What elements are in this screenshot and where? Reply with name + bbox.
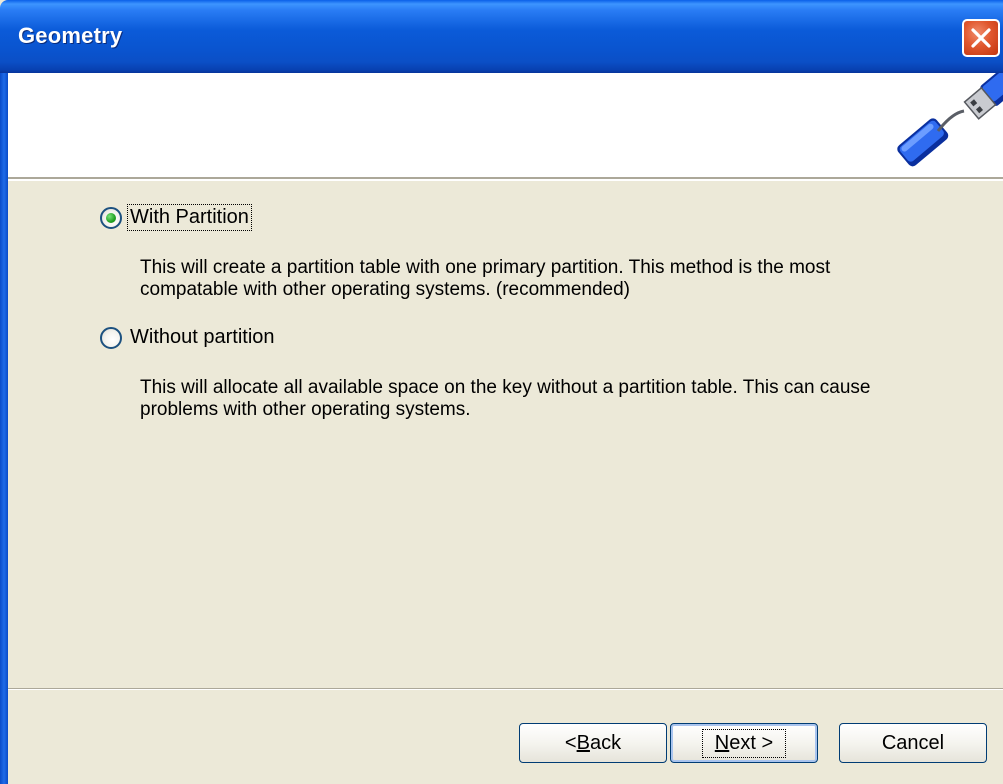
cancel-button-label: Cancel xyxy=(881,731,945,754)
close-icon xyxy=(971,28,991,48)
window-left-border xyxy=(0,73,8,784)
back-button-mnemonic: B xyxy=(576,731,590,754)
without-partition-option[interactable]: Without partition xyxy=(100,325,277,350)
without-partition-radio[interactable] xyxy=(100,326,122,349)
wizard-content: With Partition This will create a partit… xyxy=(8,181,1003,688)
next-button[interactable]: Next > xyxy=(670,723,818,763)
close-button[interactable] xyxy=(962,19,1000,57)
footer-separator xyxy=(8,688,1003,690)
with-partition-radio[interactable] xyxy=(100,206,122,229)
back-button-prefix: < xyxy=(564,731,577,754)
next-button-suffix: > xyxy=(755,731,774,754)
without-partition-description: This will allocate all available space o… xyxy=(140,377,871,420)
next-button-label: ext xyxy=(729,731,756,754)
next-button-focus: Next > xyxy=(701,728,787,758)
window-title: Geometry xyxy=(18,23,123,48)
next-button-mnemonic: N xyxy=(714,731,730,754)
without-partition-label[interactable]: Without partition xyxy=(128,325,277,350)
back-button-label: ack xyxy=(589,731,622,754)
wizard-header xyxy=(8,73,1003,181)
back-button[interactable]: < Back xyxy=(519,723,667,763)
title-bar[interactable]: Geometry xyxy=(0,0,1003,73)
with-partition-description: This will create a partition table with … xyxy=(140,257,831,300)
with-partition-option[interactable]: With Partition xyxy=(100,204,252,231)
usb-key-icon xyxy=(897,73,1003,167)
cancel-button[interactable]: Cancel xyxy=(839,723,987,763)
with-partition-label[interactable]: With Partition xyxy=(127,204,252,231)
wizard-window: Geometry With Partition This will create… xyxy=(0,0,1003,784)
